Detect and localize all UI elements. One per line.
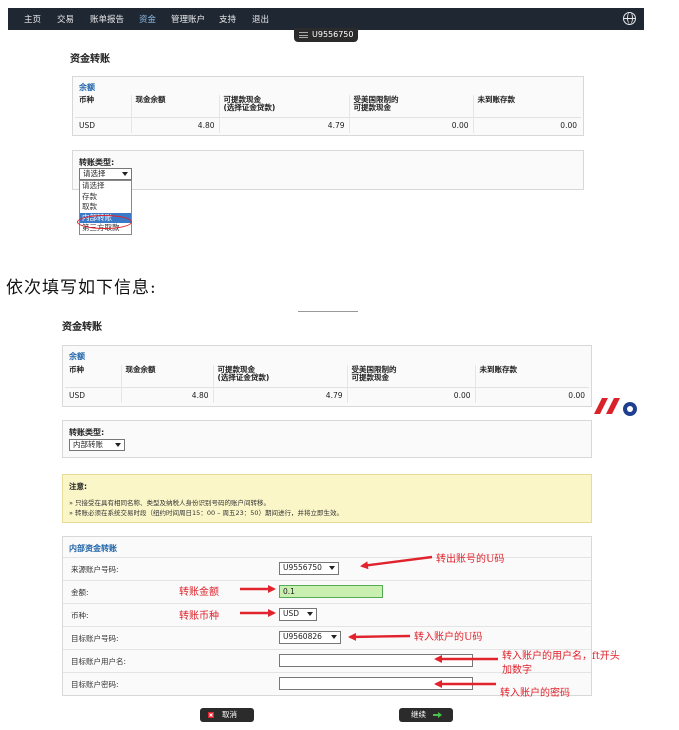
continue-button[interactable]: 继续 <box>399 708 453 722</box>
annotation-in-account: 转入账户的U码 <box>414 632 483 643</box>
annotation-arrows <box>240 555 498 688</box>
annotation-in-user-1: 转入账户的用户名，ft开头 <box>502 651 620 662</box>
cancel-button-label: 取消 <box>222 710 237 719</box>
continue-button-label: 继续 <box>411 710 426 719</box>
arrow-right-icon <box>433 712 442 718</box>
cancel-button[interactable]: 取消 <box>200 708 254 722</box>
annotation-in-password: 转入账户的密码 <box>500 688 570 699</box>
close-x-icon <box>208 712 214 718</box>
annotation-in-user-2: 加数字 <box>502 665 532 676</box>
brand-logo-icon <box>594 398 637 416</box>
arrow-out-account <box>360 555 433 570</box>
arrow-in-account <box>348 632 411 641</box>
annotation-amount: 转账金额 <box>179 587 219 598</box>
annotation-out-account: 转出账号的U码 <box>436 554 505 565</box>
annotation-currency: 转账币种 <box>179 611 219 622</box>
